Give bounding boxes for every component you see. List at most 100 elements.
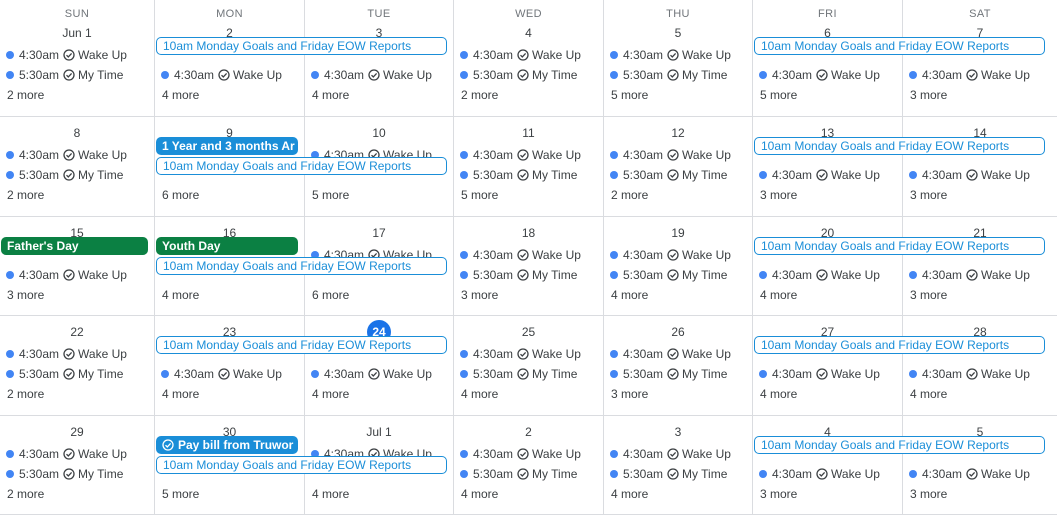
more-events-link[interactable]: 4 more bbox=[162, 286, 199, 304]
day-cell[interactable]: SUN Jun 1 4:30am Wake Up 5:30am My Time 2 more bbox=[0, 0, 155, 117]
event-chip[interactable]: 5:30am My Time bbox=[460, 465, 599, 483]
event-chip[interactable]: 5:30am My Time bbox=[460, 266, 599, 284]
event-chip[interactable]: 4:30am Wake Up bbox=[6, 146, 150, 164]
day-date[interactable]: 22 bbox=[0, 325, 154, 339]
more-events-link[interactable]: 3 more bbox=[910, 186, 947, 204]
day-date[interactable]: 10 bbox=[305, 126, 453, 140]
day-cell[interactable]: SAT 7 4:30am Wake Up 3 more bbox=[903, 0, 1057, 117]
event-chip[interactable]: 4:30am Wake Up bbox=[460, 445, 599, 463]
event-chip[interactable]: 5:30am My Time bbox=[6, 166, 150, 184]
event-chip[interactable]: 5:30am My Time bbox=[460, 365, 599, 383]
more-events-link[interactable]: 6 more bbox=[312, 286, 349, 304]
recurring-event-bar[interactable]: 10am Monday Goals and Friday EOW Reports bbox=[156, 157, 447, 175]
event-chip[interactable]: 5:30am My Time bbox=[460, 66, 599, 84]
day-cell[interactable]: 2 4:30am Wake Up 5:30am My Time 4 more bbox=[454, 416, 604, 515]
more-events-link[interactable]: 3 more bbox=[760, 485, 797, 503]
more-events-link[interactable]: 3 more bbox=[611, 385, 648, 403]
day-cell[interactable]: FRI 6 4:30am Wake Up 5 more bbox=[753, 0, 903, 117]
recurring-event-bar[interactable]: 10am Monday Goals and Friday EOW Reports bbox=[754, 37, 1045, 55]
recurring-event-bar[interactable]: 10am Monday Goals and Friday EOW Reports bbox=[754, 237, 1045, 255]
event-bar[interactable]: 1 Year and 3 months Ar bbox=[156, 137, 298, 155]
event-chip[interactable]: 5:30am My Time bbox=[610, 365, 748, 383]
event-chip[interactable]: 4:30am Wake Up bbox=[311, 66, 449, 84]
day-cell[interactable]: 21 4:30am Wake Up 3 more bbox=[903, 217, 1057, 316]
day-cell[interactable]: 27 4:30am Wake Up 4 more bbox=[753, 316, 903, 416]
more-events-link[interactable]: 4 more bbox=[162, 86, 199, 104]
event-chip[interactable]: 4:30am Wake Up bbox=[460, 146, 599, 164]
more-events-link[interactable]: 4 more bbox=[760, 286, 797, 304]
day-cell[interactable]: 20 4:30am Wake Up 4 more bbox=[753, 217, 903, 316]
event-chip[interactable]: 4:30am Wake Up bbox=[311, 365, 449, 383]
more-events-link[interactable]: 4 more bbox=[312, 485, 349, 503]
day-cell[interactable]: 8 4:30am Wake Up 5:30am My Time 2 more bbox=[0, 117, 155, 217]
event-chip[interactable]: 4:30am Wake Up bbox=[6, 46, 150, 64]
more-events-link[interactable]: 4 more bbox=[910, 385, 947, 403]
event-chip[interactable]: 4:30am Wake Up bbox=[909, 66, 1053, 84]
recurring-event-bar[interactable]: 10am Monday Goals and Friday EOW Reports bbox=[754, 336, 1045, 354]
more-events-link[interactable]: 4 more bbox=[611, 485, 648, 503]
day-cell[interactable]: 12 4:30am Wake Up 5:30am My Time 2 more bbox=[604, 117, 753, 217]
day-cell[interactable]: 15 4:30am Wake Up 3 more bbox=[0, 217, 155, 316]
more-events-link[interactable]: 4 more bbox=[461, 485, 498, 503]
day-cell[interactable]: 13 4:30am Wake Up 3 more bbox=[753, 117, 903, 217]
more-events-link[interactable]: 3 more bbox=[760, 186, 797, 204]
event-chip[interactable]: 5:30am My Time bbox=[6, 66, 150, 84]
day-date[interactable]: 8 bbox=[0, 126, 154, 140]
event-chip[interactable]: 4:30am Wake Up bbox=[759, 465, 898, 483]
more-events-link[interactable]: 3 more bbox=[7, 286, 44, 304]
event-chip[interactable]: 4:30am Wake Up bbox=[610, 445, 748, 463]
day-cell[interactable]: 24 4:30am Wake Up 4 more bbox=[305, 316, 454, 416]
event-chip[interactable]: 4:30am Wake Up bbox=[161, 66, 300, 84]
event-chip[interactable]: 4:30am Wake Up bbox=[610, 246, 748, 264]
event-chip[interactable]: 4:30am Wake Up bbox=[909, 266, 1053, 284]
day-date[interactable]: 18 bbox=[454, 226, 603, 240]
event-chip[interactable]: 4:30am Wake Up bbox=[6, 445, 150, 463]
day-cell[interactable]: WED 4 4:30am Wake Up 5:30am My Time 2 more bbox=[454, 0, 604, 117]
day-date[interactable]: 3 bbox=[604, 425, 752, 439]
day-cell[interactable]: 22 4:30am Wake Up 5:30am My Time 2 more bbox=[0, 316, 155, 416]
day-cell[interactable]: THU 5 4:30am Wake Up 5:30am My Time 5 more bbox=[604, 0, 753, 117]
more-events-link[interactable]: 5 more bbox=[611, 86, 648, 104]
more-events-link[interactable]: 4 more bbox=[312, 385, 349, 403]
day-date[interactable]: 5 bbox=[604, 26, 752, 40]
day-cell[interactable]: 11 4:30am Wake Up 5:30am My Time 5 more bbox=[454, 117, 604, 217]
more-events-link[interactable]: 2 more bbox=[7, 86, 44, 104]
day-cell[interactable]: 14 4:30am Wake Up 3 more bbox=[903, 117, 1057, 217]
more-events-link[interactable]: 3 more bbox=[910, 485, 947, 503]
more-events-link[interactable]: 3 more bbox=[461, 286, 498, 304]
more-events-link[interactable]: 4 more bbox=[611, 286, 648, 304]
more-events-link[interactable]: 4 more bbox=[461, 385, 498, 403]
event-chip[interactable]: 4:30am Wake Up bbox=[610, 146, 748, 164]
event-chip[interactable]: 4:30am Wake Up bbox=[909, 166, 1053, 184]
event-chip[interactable]: 4:30am Wake Up bbox=[6, 345, 150, 363]
recurring-event-bar[interactable]: 10am Monday Goals and Friday EOW Reports bbox=[156, 37, 447, 55]
day-cell[interactable]: TUE 3 4:30am Wake Up 4 more bbox=[305, 0, 454, 117]
recurring-event-bar[interactable]: 10am Monday Goals and Friday EOW Reports bbox=[156, 456, 447, 474]
event-chip[interactable]: 4:30am Wake Up bbox=[610, 46, 748, 64]
event-chip[interactable]: 5:30am My Time bbox=[610, 166, 748, 184]
event-chip[interactable]: 4:30am Wake Up bbox=[759, 66, 898, 84]
event-chip[interactable]: 4:30am Wake Up bbox=[460, 246, 599, 264]
day-cell[interactable]: 28 4:30am Wake Up 4 more bbox=[903, 316, 1057, 416]
event-chip[interactable]: 4:30am Wake Up bbox=[460, 46, 599, 64]
day-cell[interactable]: 4 4:30am Wake Up 3 more bbox=[753, 416, 903, 515]
day-date[interactable]: 19 bbox=[604, 226, 752, 240]
event-chip[interactable]: 4:30am Wake Up bbox=[909, 465, 1053, 483]
event-chip[interactable]: 5:30am My Time bbox=[6, 365, 150, 383]
more-events-link[interactable]: 4 more bbox=[162, 385, 199, 403]
holiday-bar[interactable]: Youth Day bbox=[156, 237, 298, 255]
day-cell[interactable]: 3 4:30am Wake Up 5:30am My Time 4 more bbox=[604, 416, 753, 515]
event-chip[interactable]: 4:30am Wake Up bbox=[759, 365, 898, 383]
more-events-link[interactable]: 6 more bbox=[162, 186, 199, 204]
more-events-link[interactable]: 2 more bbox=[461, 86, 498, 104]
event-chip[interactable]: 4:30am Wake Up bbox=[610, 345, 748, 363]
day-cell[interactable]: 25 4:30am Wake Up 5:30am My Time 4 more bbox=[454, 316, 604, 416]
more-events-link[interactable]: 5 more bbox=[312, 186, 349, 204]
day-cell[interactable]: 26 4:30am Wake Up 5:30am My Time 3 more bbox=[604, 316, 753, 416]
more-events-link[interactable]: 2 more bbox=[7, 385, 44, 403]
day-date[interactable]: Jul 1 bbox=[305, 425, 453, 439]
event-bar[interactable]: Pay bill from Truwor bbox=[156, 436, 298, 454]
day-cell[interactable]: 29 4:30am Wake Up 5:30am My Time 2 more bbox=[0, 416, 155, 515]
more-events-link[interactable]: 5 more bbox=[162, 485, 199, 503]
more-events-link[interactable]: 5 more bbox=[461, 186, 498, 204]
